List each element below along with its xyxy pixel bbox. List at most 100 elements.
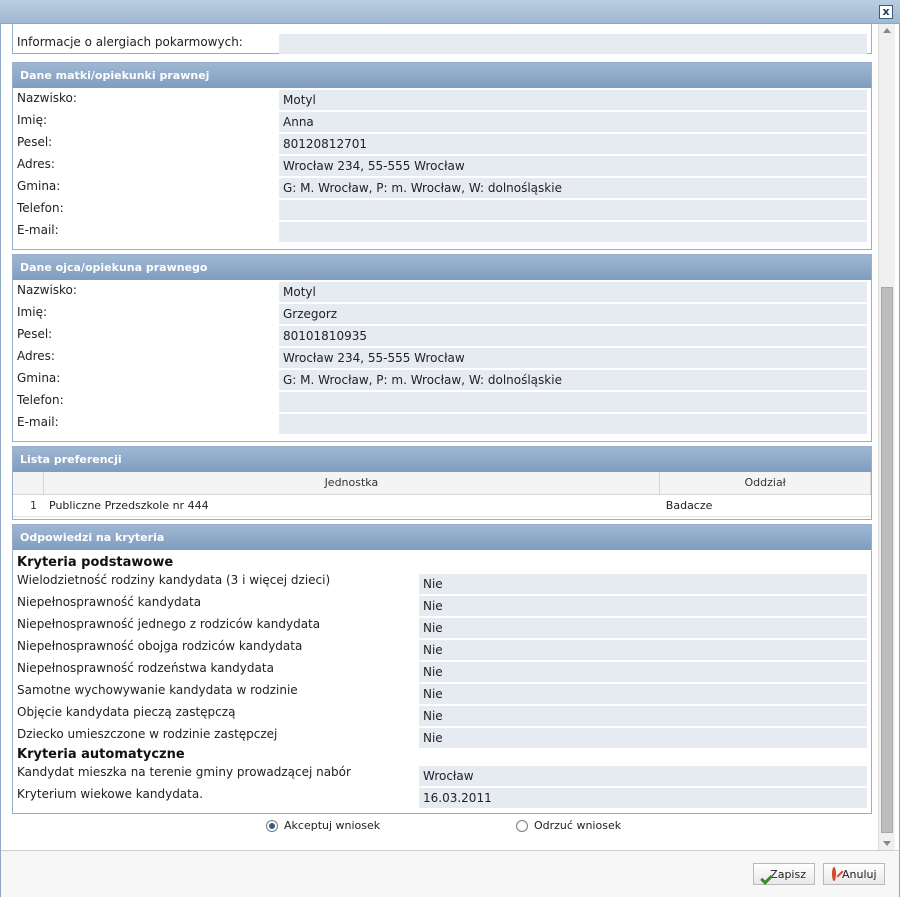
mother-row: Telefon:: [13, 198, 871, 220]
field-label: E-mail:: [17, 415, 59, 429]
field-value: Motyl: [279, 90, 867, 110]
cancel-label: Anuluj: [842, 867, 877, 881]
mother-panel: Dane matki/opiekunki prawnej Nazwisko: Mo…: [12, 62, 872, 250]
preferences-table: Jednostka Oddział 1 Publiczne Przedszkol…: [13, 472, 871, 517]
mother-row: Imię: Anna: [13, 110, 871, 132]
vertical-scrollbar[interactable]: [878, 24, 895, 850]
father-row: E-mail:: [13, 412, 871, 434]
scroll-up-icon[interactable]: [883, 28, 891, 33]
preferences-panel: Lista preferencji Jednostka Oddział 1 Pu…: [12, 446, 872, 520]
column-header[interactable]: Oddział: [659, 472, 871, 495]
cancel-button[interactable]: Anuluj: [823, 863, 885, 885]
dialog-footer: Zapisz Anuluj: [1, 850, 899, 897]
check-icon: [762, 867, 764, 881]
criterion-label: Objęcie kandydata pieczą zastępczą: [17, 705, 236, 719]
criterion-row: Samotne wychowywanie kandydata w rodzini…: [13, 681, 871, 704]
field-value: 80120812701: [279, 134, 867, 154]
field-label: Telefon:: [17, 393, 64, 407]
reject-label: Odrzuć wniosek: [534, 819, 622, 832]
row-index: 1: [13, 494, 43, 517]
scroll-thumb[interactable]: [881, 287, 893, 833]
accept-option[interactable]: Akceptuj wniosek: [266, 819, 380, 832]
mother-row: Adres: Wrocław 234, 55-555 Wrocław: [13, 154, 871, 176]
field-label: Gmina:: [17, 371, 61, 385]
field-value: Anna: [279, 112, 867, 132]
field-label: Pesel:: [17, 327, 53, 341]
field-label: Pesel:: [17, 135, 53, 149]
window-titlebar: x: [0, 0, 900, 24]
mother-panel-header: Dane matki/opiekunki prawnej: [13, 63, 871, 88]
cancel-icon: [832, 867, 836, 881]
table-header-row: Jednostka Oddział: [13, 472, 871, 495]
field-value: [279, 392, 867, 412]
criterion-value: Nie: [419, 574, 867, 594]
criterion-row: Kryterium wiekowe kandydata. 16.03.2011: [13, 785, 871, 808]
accept-radio[interactable]: [266, 819, 278, 832]
field-label: Adres:: [17, 349, 55, 363]
criterion-row: Niepełnosprawność obojga rodziców kandyd…: [13, 637, 871, 660]
criterion-row: Kandydat mieszka na terenie gminy prowad…: [13, 763, 871, 786]
criterion-label: Kandydat mieszka na terenie gminy prowad…: [17, 765, 351, 779]
criterion-value: Nie: [419, 662, 867, 682]
criterion-label: Niepełnosprawność kandydata: [17, 595, 202, 609]
mother-row: Gmina: G: M. Wrocław, P: m. Wrocław, W: d…: [13, 176, 871, 198]
father-panel: Dane ojca/opiekuna prawnego Nazwisko: Mot…: [12, 254, 872, 442]
father-row: Nazwisko: Motyl: [13, 280, 871, 302]
field-value: [279, 200, 867, 220]
close-icon[interactable]: x: [879, 5, 893, 19]
save-button[interactable]: Zapisz: [753, 863, 815, 885]
index-column-header: [13, 472, 44, 495]
criterion-row: Niepełnosprawność jednego z rodziców kan…: [13, 615, 871, 638]
father-row: Pesel: 80101810935: [13, 324, 871, 346]
allergy-value: [279, 34, 867, 54]
criterion-value: Nie: [419, 684, 867, 704]
criteria-panel: Odpowiedzi na kryteria Kryteria podstawo…: [12, 524, 872, 814]
criterion-value: Nie: [419, 706, 867, 726]
table-row[interactable]: 1 Publiczne Przedszkole nr 444 Badacze: [13, 494, 871, 517]
field-label: Nazwisko:: [17, 91, 77, 105]
preferences-panel-header: Lista preferencji: [13, 447, 871, 472]
criterion-label: Kryterium wiekowe kandydata.: [17, 787, 204, 801]
field-value: G: M. Wrocław, P: m. Wrocław, W: dolnośl…: [279, 178, 867, 198]
field-label: Nazwisko:: [17, 283, 77, 297]
criterion-label: Niepełnosprawność rodzeństwa kandydata: [17, 661, 274, 675]
field-value: [279, 222, 867, 242]
criterion-row: Niepełnosprawność rodzeństwa kandydata Ni…: [13, 659, 871, 682]
automatic-criteria-title: Kryteria automatyczne: [17, 747, 185, 762]
criterion-value: Nie: [419, 596, 867, 616]
father-row: Adres: Wrocław 234, 55-555 Wrocław: [13, 346, 871, 368]
column-header[interactable]: Jednostka: [43, 472, 661, 495]
criterion-label: Samotne wychowywanie kandydata w rodzini…: [17, 683, 298, 697]
field-value: Wrocław 234, 55-555 Wrocław: [279, 156, 867, 176]
field-label: Imię:: [17, 113, 47, 127]
field-label: Gmina:: [17, 179, 61, 193]
dialog-frame: Informacje o alergiach pokarmowych: Dane…: [0, 24, 900, 897]
field-value: G: M. Wrocław, P: m. Wrocław, W: dolnośl…: [279, 370, 867, 390]
field-value: Motyl: [279, 282, 867, 302]
criterion-value: Wrocław: [419, 766, 867, 786]
criterion-label: Wielodzietność rodziny kandydata (3 i wi…: [17, 573, 331, 587]
department-cell: Badacze: [659, 494, 871, 517]
allergy-label: Informacje o alergiach pokarmowych:: [17, 35, 243, 49]
criterion-row: Objęcie kandydata pieczą zastępczą Nie: [13, 703, 871, 726]
scroll-content: Informacje o alergiach pokarmowych: Dane…: [6, 24, 876, 850]
mother-row: Pesel: 80120812701: [13, 132, 871, 154]
field-label: Imię:: [17, 305, 47, 319]
criterion-value: Nie: [419, 728, 867, 748]
criterion-value: 16.03.2011: [419, 788, 867, 808]
criterion-label: Niepełnosprawność obojga rodziców kandyd…: [17, 639, 303, 653]
reject-radio[interactable]: [516, 819, 528, 832]
field-value: 80101810935: [279, 326, 867, 346]
field-value: [279, 414, 867, 434]
field-value: Grzegorz: [279, 304, 867, 324]
field-value: Wrocław 234, 55-555 Wrocław: [279, 348, 867, 368]
mother-row: E-mail:: [13, 220, 871, 242]
scroll-down-icon[interactable]: [883, 841, 891, 846]
criterion-row: Niepełnosprawność kandydata Nie: [13, 593, 871, 616]
criterion-label: Niepełnosprawność jednego z rodziców kan…: [17, 617, 321, 631]
criterion-label: Dziecko umieszczone w rodzinie zastępcze…: [17, 727, 278, 741]
reject-option[interactable]: Odrzuć wniosek: [516, 819, 621, 832]
criterion-row: Dziecko umieszczone w rodzinie zastępcze…: [13, 725, 871, 748]
criterion-row: Wielodzietność rodziny kandydata (3 i wi…: [13, 571, 871, 594]
criterion-value: Nie: [419, 640, 867, 660]
